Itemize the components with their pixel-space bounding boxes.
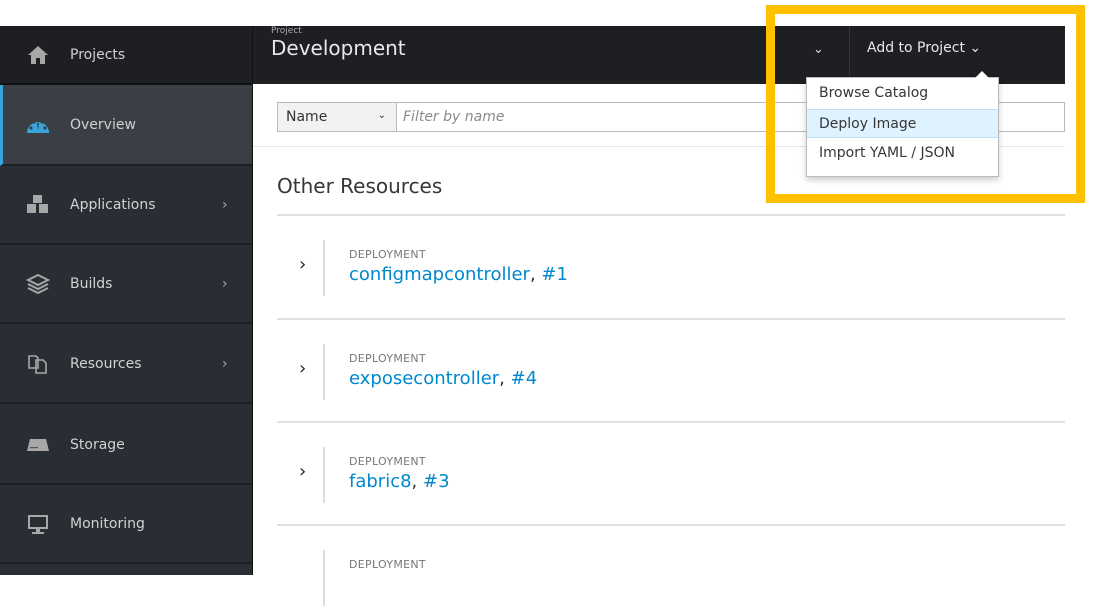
cubes-icon	[24, 194, 52, 216]
sidebar-item-builds[interactable]: Builds ›	[0, 245, 252, 324]
home-icon	[24, 44, 52, 66]
add-to-project-menu: Browse Catalog Deploy Image Import YAML …	[806, 71, 999, 177]
project-switcher-chevron-icon[interactable]: ⌄	[813, 42, 824, 57]
add-to-project-label: Add to Project	[867, 40, 965, 56]
divider	[277, 318, 1065, 320]
expand-chevron-icon[interactable]: ›	[299, 358, 306, 379]
project-name[interactable]: Development	[271, 36, 406, 60]
section-title: Other Resources	[277, 174, 443, 198]
sidebar-item-label: Storage	[70, 436, 125, 453]
divider	[277, 524, 1065, 526]
resource-kind: DEPLOYMENT	[349, 248, 426, 261]
sidebar: Projects Overview Applications › Builds …	[0, 26, 253, 575]
sidebar-item-label: Resources	[70, 355, 142, 372]
list-item: › DEPLOYMENT configmapcontroller, #1	[277, 240, 1065, 300]
resource-revision-link[interactable]: #4	[511, 368, 538, 389]
monitor-icon	[24, 513, 52, 535]
menu-item-deploy-image[interactable]: Deploy Image	[807, 109, 998, 138]
menu-item-browse-catalog[interactable]: Browse Catalog	[807, 79, 998, 108]
resource-kind: DEPLOYMENT	[349, 352, 426, 365]
resource-name-link[interactable]: configmapcontroller	[349, 264, 530, 285]
resource-name-link[interactable]: fabric8	[349, 471, 412, 492]
storage-icon	[24, 434, 52, 456]
chevron-down-icon: ⌄	[377, 110, 386, 121]
resource-revision-link[interactable]: #1	[541, 264, 568, 285]
sidebar-item-label: Applications	[70, 196, 156, 213]
chevron-down-icon: ⌄	[969, 40, 982, 56]
list-item: DEPLOYMENT	[277, 550, 1065, 610]
sidebar-item-label: Overview	[70, 116, 136, 133]
sidebar-item-storage[interactable]: Storage	[0, 406, 252, 485]
divider	[323, 447, 325, 503]
dashboard-icon	[24, 114, 52, 136]
divider	[277, 421, 1065, 423]
chevron-right-icon: ›	[222, 275, 228, 292]
header-divider	[849, 26, 850, 84]
divider	[277, 214, 1065, 216]
resource-name-link[interactable]: exposecontroller	[349, 368, 499, 389]
filter-type-value: Name	[286, 109, 328, 125]
resource-link: configmapcontroller, #1	[349, 264, 568, 285]
divider	[323, 344, 325, 400]
project-header: Project Development ⌄ Add to Project ⌄	[253, 26, 1065, 84]
sidebar-item-label: Projects	[70, 46, 126, 63]
sidebar-item-applications[interactable]: Applications ›	[0, 166, 252, 245]
sidebar-item-overview[interactable]: Overview	[0, 85, 252, 166]
expand-chevron-icon[interactable]: ›	[299, 254, 306, 275]
resource-link: exposecontroller, #4	[349, 368, 538, 389]
list-item: › DEPLOYMENT exposecontroller, #4	[277, 344, 1065, 404]
divider	[323, 550, 325, 606]
resource-link: fabric8, #3	[349, 471, 450, 492]
chevron-right-icon: ›	[222, 196, 228, 213]
filter-type-select[interactable]: Name ⌄	[278, 103, 397, 131]
add-to-project-button[interactable]: Add to Project ⌄	[867, 40, 981, 56]
menu-item-import-yaml-json[interactable]: Import YAML / JSON	[807, 139, 998, 168]
sidebar-item-label: Builds	[70, 275, 113, 292]
chevron-right-icon: ›	[222, 355, 228, 372]
resource-kind: DEPLOYMENT	[349, 558, 426, 571]
sidebar-item-projects[interactable]: Projects	[0, 26, 252, 85]
project-label: Project	[271, 26, 302, 36]
resource-kind: DEPLOYMENT	[349, 455, 426, 468]
sidebar-item-monitoring[interactable]: Monitoring	[0, 485, 252, 564]
resource-revision-link[interactable]: #3	[423, 471, 450, 492]
builds-icon	[24, 273, 52, 295]
expand-chevron-icon[interactable]: ›	[299, 461, 306, 482]
sidebar-item-label: Monitoring	[70, 515, 145, 532]
sidebar-item-resources[interactable]: Resources ›	[0, 325, 252, 404]
list-item: › DEPLOYMENT fabric8, #3	[277, 447, 1065, 507]
resources-icon	[24, 353, 52, 375]
divider	[323, 240, 325, 296]
